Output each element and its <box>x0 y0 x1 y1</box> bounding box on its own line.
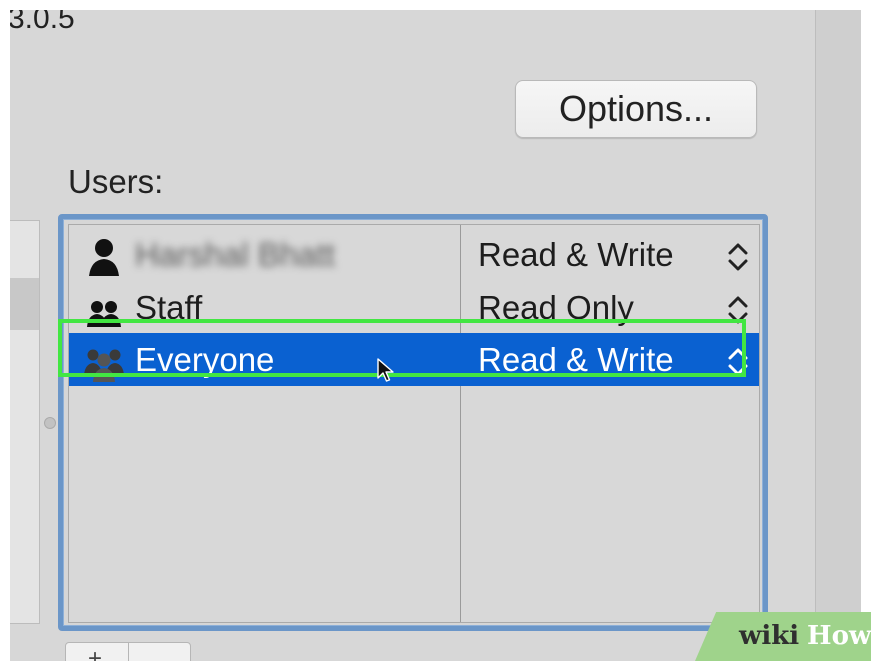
user-name: Staff <box>135 289 203 326</box>
permission-value: Read & Write <box>478 236 674 273</box>
shared-folders-list[interactable] <box>10 220 40 624</box>
everyone-icon <box>84 349 124 382</box>
users-table[interactable]: Harshal Bhatt Read & Write Staff Read On… <box>58 214 768 631</box>
shared-folder-row[interactable] <box>10 278 39 330</box>
table-row-user-3-selected[interactable]: Everyone Read & Write <box>69 333 759 386</box>
table-row-user-1[interactable]: Harshal Bhatt Read & Write <box>69 228 759 281</box>
users-table-body: Harshal Bhatt Read & Write Staff Read On… <box>68 224 760 623</box>
sharing-permissions-window: 3.0.5 Options... Users: Harshal Bhatt Re… <box>10 10 861 661</box>
watermark-wiki-text: wiki <box>739 621 800 651</box>
chevron-updown-icon <box>728 296 748 324</box>
group-icon <box>87 301 121 327</box>
mouse-pointer-icon <box>377 358 394 382</box>
version-text: 3.0.5 <box>10 10 75 35</box>
button-divider <box>128 643 129 661</box>
add-user-button[interactable]: + <box>88 645 102 661</box>
permission-select[interactable]: Read Only <box>478 287 750 327</box>
options-button[interactable]: Options... <box>515 80 757 138</box>
single-user-icon <box>89 239 119 276</box>
split-view-handle[interactable] <box>44 417 56 429</box>
user-name: Everyone <box>135 341 275 378</box>
permission-select[interactable]: Read & Write <box>478 339 750 379</box>
window-edge <box>815 10 861 661</box>
permission-value: Read & Write <box>478 341 674 378</box>
watermark-how-text: How <box>807 621 871 651</box>
users-label: Users: <box>68 163 164 200</box>
add-remove-buttons: + <box>65 642 191 661</box>
table-row-user-2[interactable]: Staff Read Only <box>69 281 759 334</box>
chevron-updown-icon <box>728 243 748 271</box>
wikihow-watermark: wiki How <box>695 612 871 661</box>
user-name: Harshal Bhatt <box>135 236 335 273</box>
permission-select[interactable]: Read & Write <box>478 234 750 274</box>
chevron-updown-icon <box>728 348 748 376</box>
permission-value: Read Only <box>478 289 634 326</box>
